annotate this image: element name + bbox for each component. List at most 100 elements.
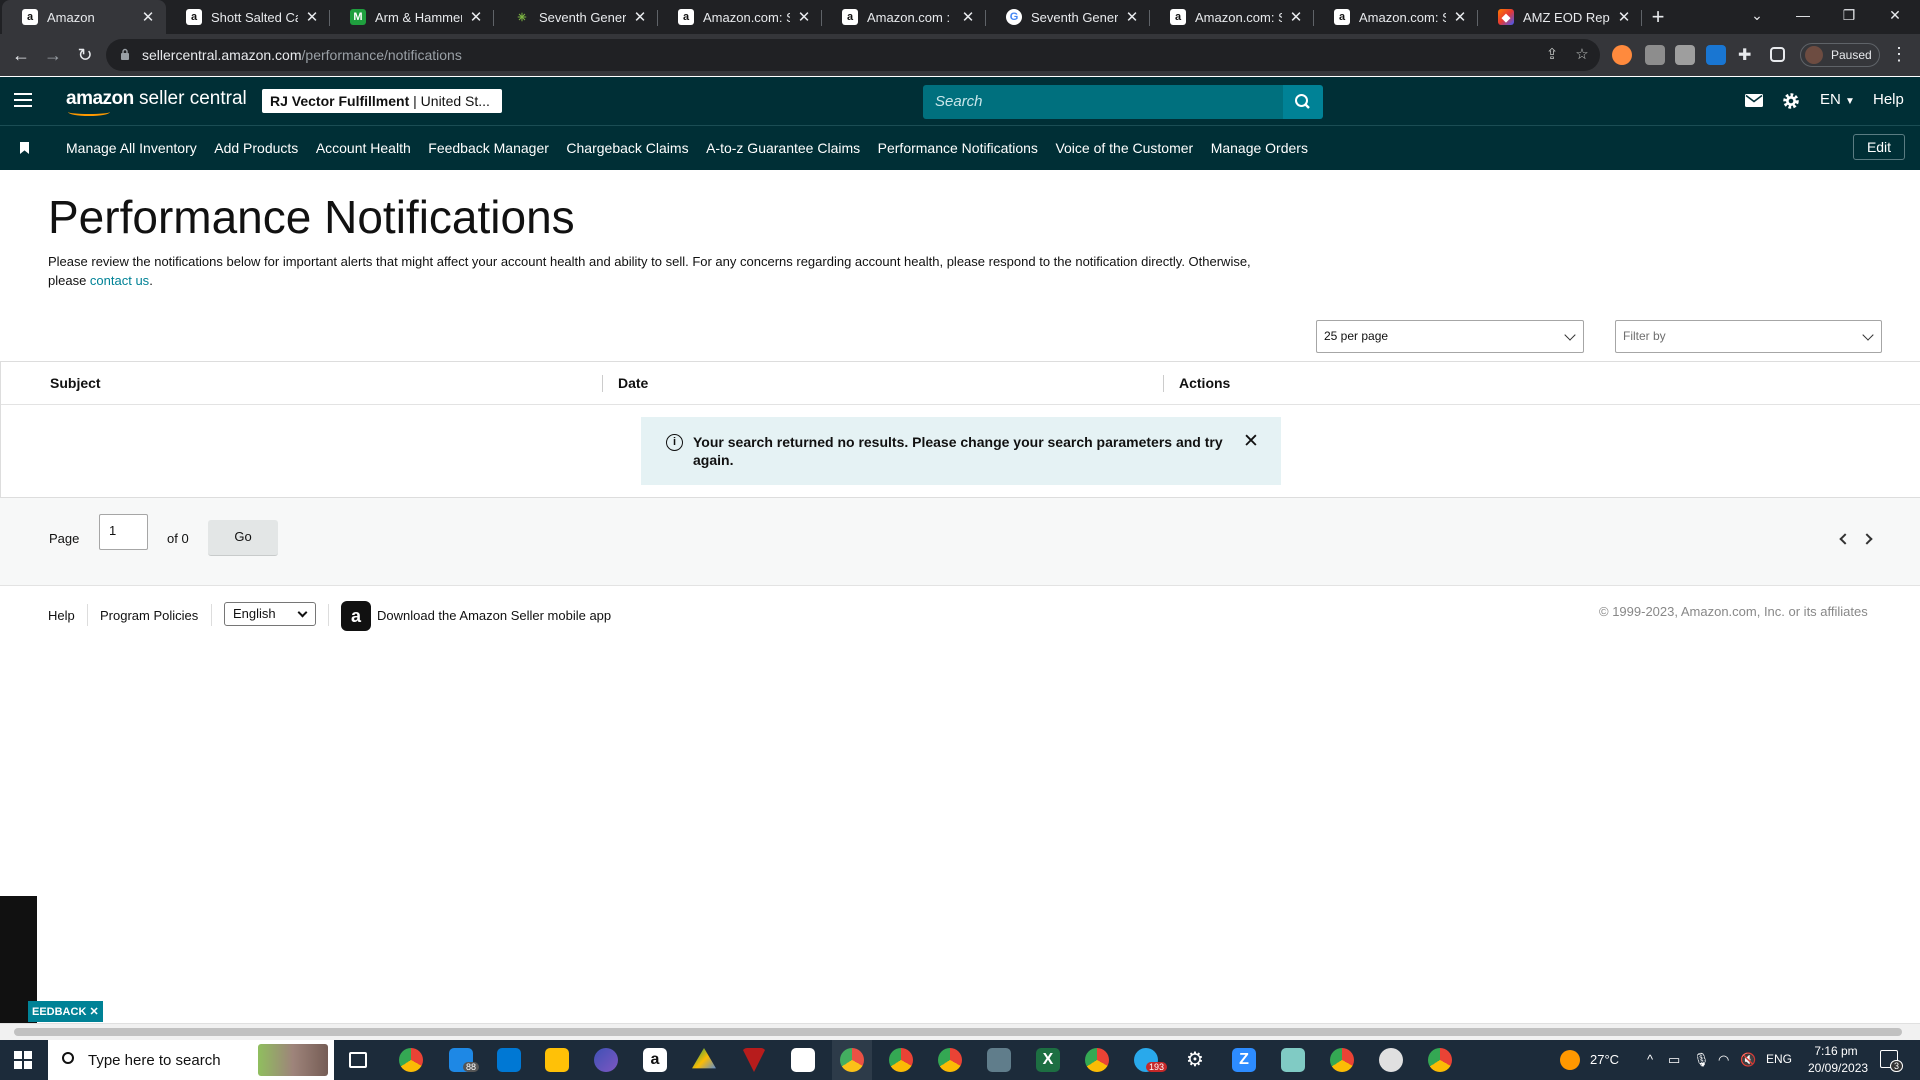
puzzle-icon[interactable]: ✚: [1738, 45, 1758, 65]
language-selector[interactable]: EN ▼: [1820, 91, 1855, 108]
nav-link-a-to-z-guarantee-claims[interactable]: A-to-z Guarantee Claims: [706, 140, 860, 156]
extension-off-icon[interactable]: [1645, 45, 1665, 65]
next-page-icon[interactable]: [1861, 533, 1873, 545]
seller-app-icon[interactable]: a: [341, 601, 371, 631]
restore-icon[interactable]: ❐: [1826, 0, 1872, 30]
input-language[interactable]: ENG: [1766, 1052, 1792, 1066]
close-tab-icon[interactable]: ✕: [1616, 8, 1632, 26]
store-icon[interactable]: [497, 1048, 521, 1072]
close-tab-icon[interactable]: ✕: [796, 8, 812, 26]
footer-language-select[interactable]: English: [224, 602, 316, 626]
file-explorer-icon[interactable]: [545, 1048, 569, 1072]
weather-icon[interactable]: [1560, 1050, 1580, 1070]
chrome-profile-icon[interactable]: [889, 1048, 913, 1072]
minimize-icon[interactable]: —: [1780, 0, 1826, 30]
close-tab-icon[interactable]: ✕: [140, 8, 156, 26]
forward-icon[interactable]: →: [40, 42, 66, 68]
wifi-icon[interactable]: ◠: [1718, 1052, 1729, 1068]
close-tab-icon[interactable]: ✕: [960, 8, 976, 26]
temperature[interactable]: 27°C: [1590, 1052, 1619, 1067]
browser-tab[interactable]: a Amazon.com : Seve ✕: [822, 0, 986, 34]
profile-button[interactable]: Paused: [1800, 43, 1880, 67]
tab-search-icon[interactable]: ⌄: [1734, 0, 1780, 30]
nav-link-account-health[interactable]: Account Health: [316, 140, 411, 156]
browser-tab[interactable]: a Amazon.com: Sing ✕: [1150, 0, 1314, 34]
extension-blue-icon[interactable]: [1706, 45, 1726, 65]
close-tab-icon[interactable]: ✕: [1452, 8, 1468, 26]
account-selector[interactable]: RJ Vector Fulfillment | United St...: [262, 89, 502, 113]
program-policies-link[interactable]: Program Policies: [100, 608, 198, 623]
windows-start-icon[interactable]: [14, 1051, 32, 1069]
contact-us-link[interactable]: contact us: [90, 273, 149, 288]
seller-central-logo[interactable]: amazon seller central: [66, 88, 247, 116]
close-tab-icon[interactable]: ✕: [304, 8, 320, 26]
chrome-profile-icon[interactable]: [1085, 1048, 1109, 1072]
browser-tab[interactable]: G Seventh Generatio ✕: [986, 0, 1150, 34]
mail-app-icon[interactable]: 88: [449, 1048, 480, 1072]
chrome-profile-icon[interactable]: [832, 1040, 872, 1080]
excel-icon[interactable]: X: [1036, 1048, 1060, 1072]
dismiss-alert-close-icon[interactable]: ✕: [1243, 430, 1259, 453]
browser-tab[interactable]: a Amazon ✕: [2, 0, 166, 34]
nav-link-feedback-manager[interactable]: Feedback Manager: [428, 140, 549, 156]
extension-image-icon[interactable]: [1675, 45, 1695, 65]
filter-select[interactable]: Filter by: [1615, 320, 1882, 353]
close-tab-icon[interactable]: ✕: [1288, 8, 1304, 26]
back-icon[interactable]: ←: [8, 42, 34, 68]
page-number-input[interactable]: 1: [99, 514, 148, 550]
taskbar-search-box[interactable]: Type here to search: [48, 1040, 334, 1080]
share-icon[interactable]: ⇪: [1542, 45, 1562, 65]
column-header-date[interactable]: Date: [618, 375, 648, 391]
nav-link-manage-all-inventory[interactable]: Manage All Inventory: [66, 140, 197, 156]
media-player-icon[interactable]: [594, 1048, 618, 1072]
browser-tab[interactable]: a Shott Salted Caram ✕: [166, 0, 330, 34]
close-tab-icon[interactable]: ✕: [1124, 8, 1140, 26]
extension-icon[interactable]: [1612, 45, 1632, 65]
nav-link-chargeback-claims[interactable]: Chargeback Claims: [566, 140, 688, 156]
new-tab-button[interactable]: +: [1642, 0, 1674, 34]
telegram-icon[interactable]: 193: [1134, 1048, 1168, 1072]
chrome-profile-icon[interactable]: [1330, 1048, 1354, 1072]
browser-tab[interactable]: ◆ AMZ EOD Report ✕: [1478, 0, 1642, 34]
bookmark-icon[interactable]: [20, 142, 29, 154]
taskbar-clock[interactable]: 7:16 pm 20/09/2023: [1808, 1043, 1868, 1077]
calculator-icon[interactable]: [987, 1048, 1011, 1072]
search-button[interactable]: [1283, 85, 1323, 119]
reload-icon[interactable]: ↻: [72, 42, 98, 68]
edit-bookmarks-button[interactable]: Edit: [1853, 134, 1905, 160]
app-shield-icon[interactable]: [742, 1048, 766, 1072]
nav-link-voice-of-the-customer[interactable]: Voice of the Customer: [1055, 140, 1193, 156]
volume-muted-icon[interactable]: 🔇: [1740, 1052, 1756, 1068]
browser-tab[interactable]: a Amazon.com: Seve ✕: [1314, 0, 1478, 34]
notification-center-icon[interactable]: 3: [1880, 1050, 1904, 1072]
nav-link-manage-orders[interactable]: Manage Orders: [1211, 140, 1308, 156]
zoom-icon[interactable]: Z: [1232, 1048, 1256, 1072]
app-chart-icon[interactable]: [791, 1048, 815, 1072]
show-hidden-icons-icon[interactable]: ^: [1647, 1052, 1653, 1067]
chrome-icon[interactable]: [399, 1048, 423, 1072]
google-drive-icon[interactable]: [692, 1048, 716, 1069]
settings-gear-icon[interactable]: [1782, 92, 1800, 110]
close-window-icon[interactable]: ✕: [1872, 0, 1918, 30]
amazon-app-icon[interactable]: a: [643, 1048, 667, 1072]
seller-search-input[interactable]: Search: [923, 85, 1283, 119]
browser-tab[interactable]: ✳ Seventh Generatio ✕: [494, 0, 658, 34]
chrome-profile-icon[interactable]: [1428, 1048, 1452, 1072]
bookmark-star-icon[interactable]: ☆: [1572, 45, 1592, 65]
close-tab-icon[interactable]: ✕: [468, 8, 484, 26]
close-tab-icon[interactable]: ✕: [632, 8, 648, 26]
help-link[interactable]: Help: [1873, 91, 1904, 108]
per-page-select[interactable]: 25 per page: [1316, 320, 1584, 353]
meet-now-icon[interactable]: ▭: [1668, 1052, 1680, 1068]
nav-link-performance-notifications[interactable]: Performance Notifications: [878, 140, 1038, 156]
browser-tab[interactable]: M Arm & Hammer™ | ✕: [330, 0, 494, 34]
previous-page-icon[interactable]: [1839, 533, 1851, 545]
scrollbar-thumb[interactable]: [14, 1028, 1902, 1036]
app-helmet-icon[interactable]: [1379, 1048, 1403, 1072]
hamburger-menu-icon[interactable]: [14, 93, 32, 107]
horizontal-scrollbar[interactable]: [0, 1023, 1920, 1040]
chrome-profile-icon[interactable]: [938, 1048, 962, 1072]
browser-tab[interactable]: a Amazon.com: Seve ✕: [658, 0, 822, 34]
go-button[interactable]: Go: [208, 520, 278, 556]
browser-menu-icon[interactable]: ⋮: [1890, 44, 1908, 65]
